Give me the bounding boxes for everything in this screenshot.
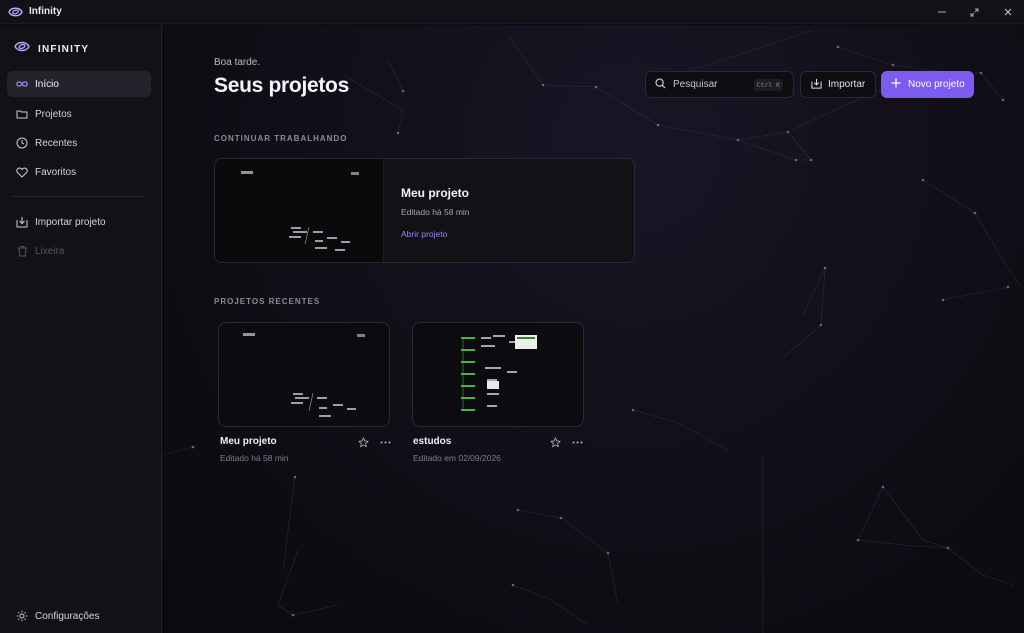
sidebar-divider bbox=[12, 196, 144, 197]
project-card-estudos[interactable] bbox=[412, 322, 584, 427]
sidebar-item-importar-projeto[interactable]: Importar projeto bbox=[7, 209, 151, 235]
folder-icon bbox=[16, 108, 28, 120]
gear-icon bbox=[16, 610, 28, 622]
plus-icon bbox=[891, 78, 901, 91]
project-title[interactable]: Meu projeto bbox=[220, 436, 277, 447]
sidebar-item-projetos[interactable]: Projetos bbox=[7, 101, 151, 127]
app-logo-icon bbox=[7, 4, 23, 20]
sidebar: INFINITY Início Projetos Recentes Favori… bbox=[0, 25, 162, 633]
new-project-button-label: Novo projeto bbox=[908, 79, 965, 90]
expand-icon bbox=[970, 8, 979, 16]
main-content: Boa tarde. Seus projetos Pesquisar Ctrl … bbox=[163, 25, 1024, 633]
window-title: Infinity bbox=[29, 6, 62, 17]
sidebar-item-label: Projetos bbox=[35, 108, 72, 120]
sidebar-item-configuracoes[interactable]: Configurações bbox=[7, 603, 151, 629]
import-icon bbox=[16, 216, 28, 228]
maximize-button[interactable] bbox=[958, 0, 991, 24]
sidebar-item-favoritos[interactable]: Favoritos bbox=[7, 159, 151, 185]
more-options-icon[interactable] bbox=[570, 435, 584, 449]
close-button[interactable] bbox=[991, 0, 1024, 24]
clock-icon bbox=[16, 137, 28, 149]
project-card-meu-projeto[interactable] bbox=[218, 322, 390, 427]
project-thumbnail bbox=[461, 335, 537, 411]
new-project-button[interactable]: Novo projeto bbox=[881, 71, 974, 98]
brand-name: INFINITY bbox=[38, 43, 90, 55]
favorite-star-icon[interactable] bbox=[356, 435, 370, 449]
sidebar-item-label: Favoritos bbox=[35, 166, 77, 178]
heart-icon bbox=[16, 166, 28, 178]
sidebar-item-label: Início bbox=[35, 78, 59, 90]
import-button-label: Importar bbox=[828, 79, 866, 90]
sidebar-item-label: Lixeira bbox=[35, 245, 65, 257]
continue-section-label: CONTINUAR TRABALHANDO bbox=[214, 134, 348, 143]
continue-project-title: Meu projeto bbox=[401, 186, 469, 200]
page-title: Seus projetos bbox=[214, 74, 349, 97]
project-thumbnail bbox=[243, 333, 365, 417]
more-options-icon[interactable] bbox=[378, 435, 392, 449]
sidebar-item-label: Recentes bbox=[35, 137, 78, 149]
sidebar-item-inicio[interactable]: Início bbox=[7, 71, 151, 97]
infinity-icon bbox=[16, 78, 28, 90]
continue-project-edited: Editado há 58 min bbox=[401, 207, 470, 217]
project-title[interactable]: estudos bbox=[413, 436, 451, 447]
search-shortcut-badge: Ctrl K bbox=[753, 79, 783, 91]
sidebar-item-lixeira[interactable]: Lixeira bbox=[7, 238, 151, 264]
greeting: Boa tarde. bbox=[214, 57, 261, 68]
minimize-button[interactable] bbox=[925, 0, 958, 24]
recent-section-label: PROJETOS RECENTES bbox=[214, 297, 321, 306]
open-project-link[interactable]: Abrir projeto bbox=[401, 229, 447, 239]
title-bar: Infinity bbox=[0, 0, 1024, 24]
app-logo-icon bbox=[14, 40, 30, 58]
search-placeholder: Pesquisar bbox=[673, 79, 718, 90]
import-icon bbox=[811, 78, 822, 92]
sidebar-item-recentes[interactable]: Recentes bbox=[7, 130, 151, 156]
search-icon bbox=[655, 76, 666, 94]
search-input[interactable]: Pesquisar Ctrl K bbox=[645, 71, 794, 98]
trash-icon bbox=[16, 245, 28, 257]
sidebar-item-label: Importar projeto bbox=[35, 216, 106, 228]
close-icon bbox=[1004, 8, 1011, 16]
project-edited: Editado há 58 min bbox=[220, 453, 289, 463]
brand: INFINITY bbox=[14, 40, 89, 58]
minimize-icon bbox=[937, 11, 946, 13]
import-button[interactable]: Importar bbox=[800, 71, 876, 98]
favorite-star-icon[interactable] bbox=[548, 435, 562, 449]
project-edited: Editado em 02/09/2026 bbox=[413, 453, 501, 463]
project-thumbnail bbox=[215, 159, 384, 262]
continue-project-card[interactable]: Meu projeto Editado há 58 min Abrir proj… bbox=[214, 158, 635, 263]
sidebar-item-label: Configurações bbox=[35, 610, 100, 622]
